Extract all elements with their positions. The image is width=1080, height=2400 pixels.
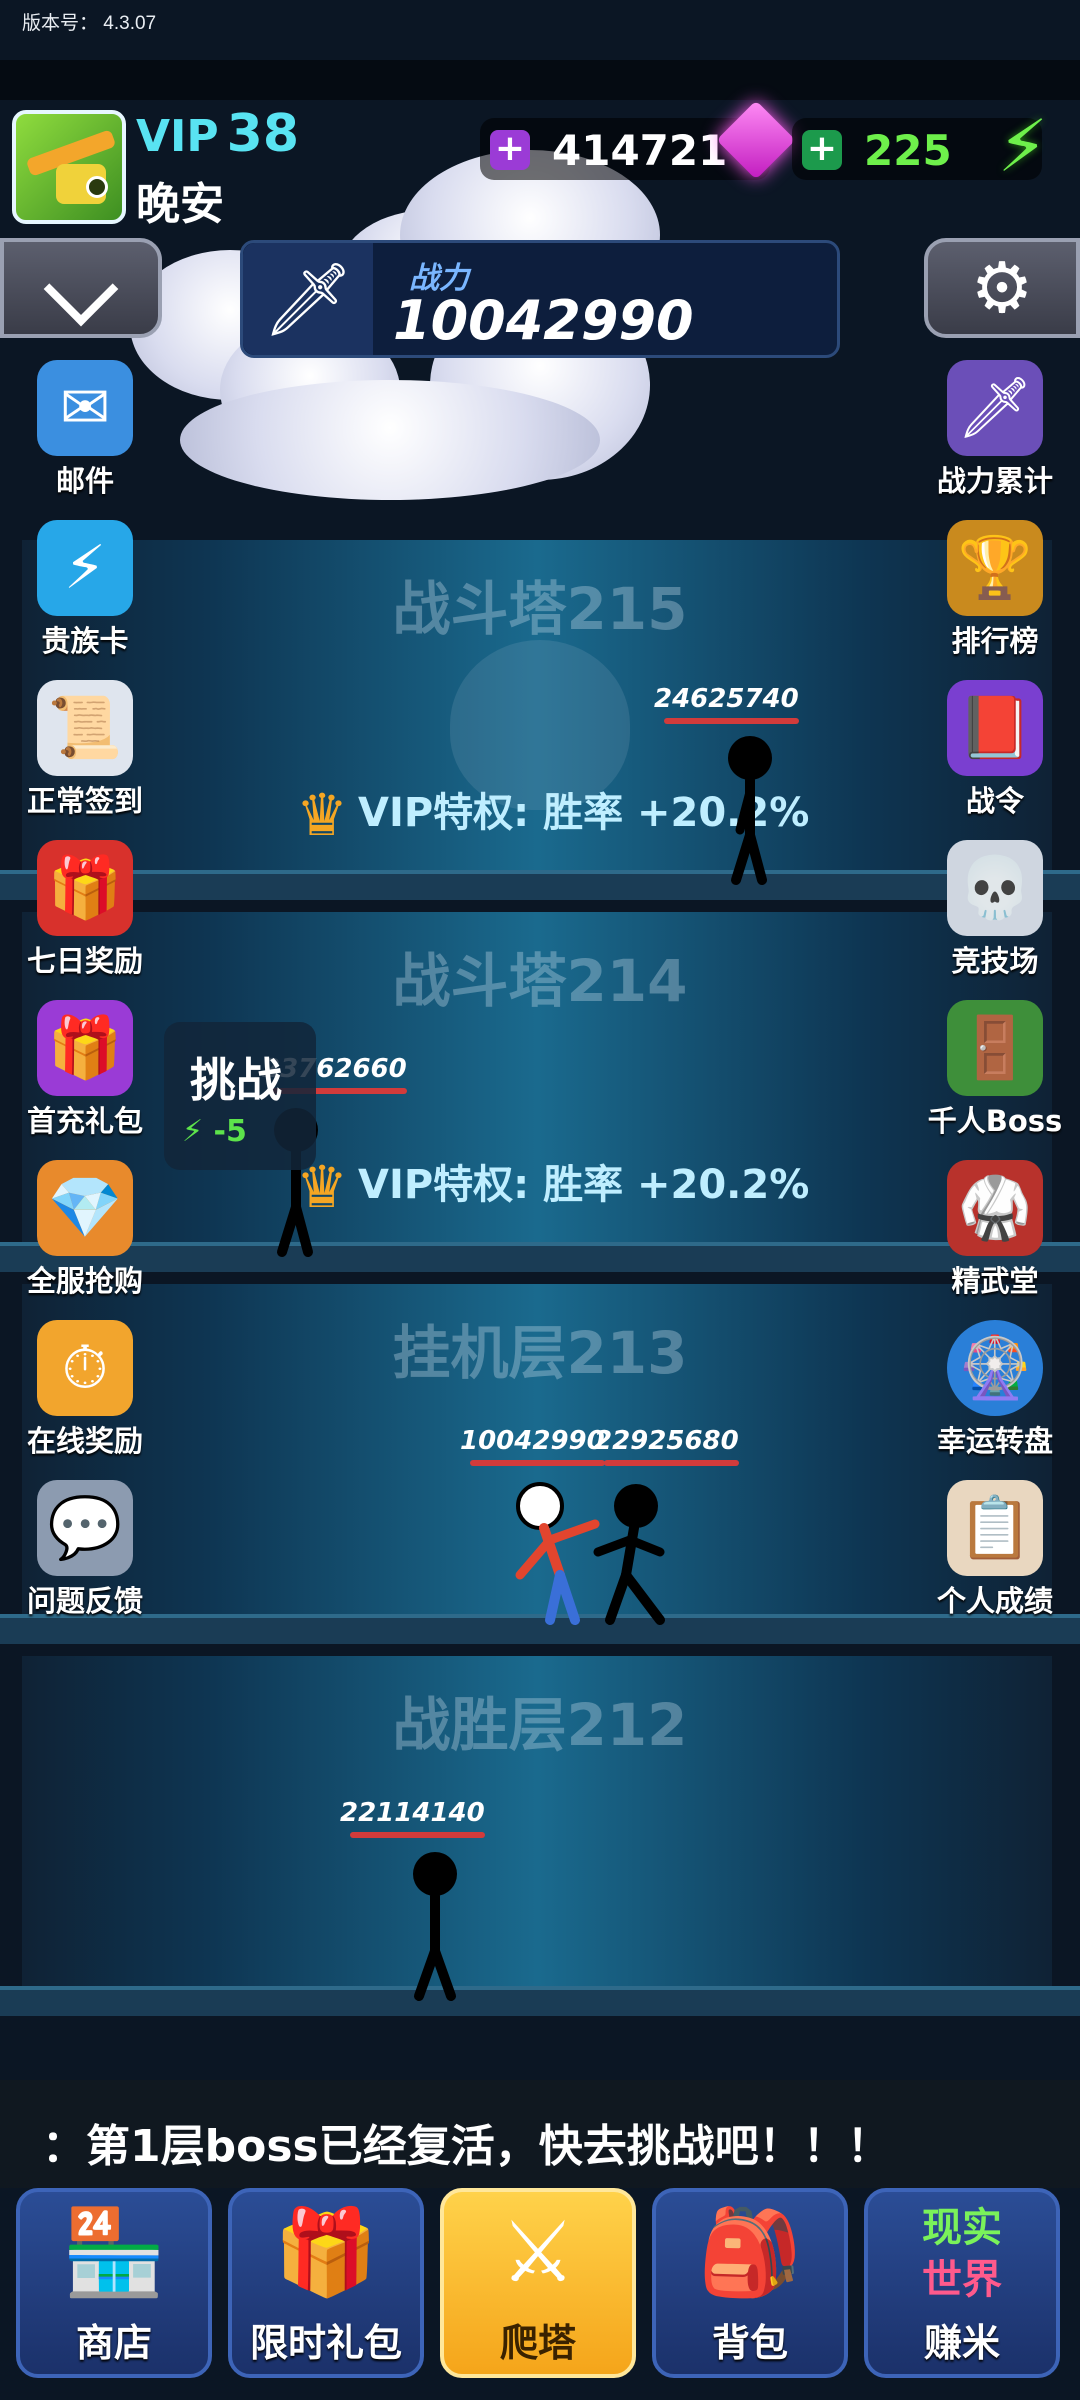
arena-button[interactable]: 💀 竞技场 bbox=[915, 840, 1075, 980]
floor-212[interactable]: 战胜层212 22114140 bbox=[0, 1656, 1080, 2028]
scroll-icon: 📜 bbox=[37, 680, 133, 776]
settings-button[interactable]: ⚙ bbox=[924, 238, 1080, 338]
tree-door-icon: 🚪 bbox=[947, 1000, 1043, 1096]
document-icon: 📋 bbox=[947, 1480, 1043, 1576]
nav-shop[interactable]: 🏪 商店 bbox=[16, 2188, 212, 2378]
energy-counter[interactable]: + 225 ⚡ bbox=[792, 104, 1048, 188]
power-panel: 🗡 战力 10042990 bbox=[240, 240, 840, 358]
lucky-wheel-button[interactable]: 🎡 幸运转盘 bbox=[915, 1320, 1075, 1460]
personal-record-button[interactable]: 📋 个人成绩 bbox=[915, 1480, 1075, 1620]
nav-tower[interactable]: ⚔ 爬塔 bbox=[440, 2188, 636, 2378]
battle-pass-button[interactable]: 📕 战令 bbox=[915, 680, 1075, 820]
nav-limited-gift[interactable]: 🎁 限时礼包 bbox=[228, 2188, 424, 2378]
gift-box-icon: 🎁 bbox=[37, 1000, 133, 1096]
add-energy-icon[interactable]: + bbox=[802, 130, 842, 170]
shop-icon: 🏪 bbox=[61, 2203, 167, 2301]
collapse-menu-button[interactable] bbox=[0, 238, 162, 338]
nav-backpack[interactable]: 🎒 背包 bbox=[652, 2188, 848, 2378]
backpack-icon: 🎒 bbox=[697, 2203, 803, 2301]
dojo-icon: 🥋 bbox=[947, 1160, 1043, 1256]
player-power-tag: 10042990 bbox=[460, 1426, 605, 1466]
lightning-icon: ⚡ bbox=[997, 104, 1048, 188]
mail-button[interactable]: ✉ 邮件 bbox=[5, 360, 165, 500]
leaderboard-button[interactable]: 🏆 排行榜 bbox=[915, 520, 1075, 660]
enemy-power-tag: 22925680 bbox=[594, 1426, 739, 1466]
stopwatch-icon: ⏱ bbox=[37, 1320, 133, 1416]
version-label: 版本号： 4.3.07 bbox=[22, 13, 157, 34]
treasure-icon: 💎 bbox=[37, 1160, 133, 1256]
wheel-icon: 🎡 bbox=[947, 1320, 1043, 1416]
top-strip bbox=[0, 60, 1080, 100]
enemy-power-tag: 22114140 bbox=[340, 1798, 485, 1838]
martial-hall-button[interactable]: 🥋 精武堂 bbox=[915, 1160, 1075, 1300]
nav-earn[interactable]: 现实 世界 赚米 bbox=[864, 2188, 1060, 2378]
crown-icon: ♛ bbox=[296, 781, 348, 849]
treasure-chest-icon: 🎁 bbox=[273, 2203, 379, 2301]
first-recharge-button[interactable]: 🎁 首充礼包 bbox=[5, 1000, 165, 1140]
sword-icon: 🗡 bbox=[243, 243, 373, 355]
crossed-swords-icon: ⚔ bbox=[500, 2203, 576, 2301]
card-icon: ⚡ bbox=[37, 520, 133, 616]
book-icon: 📕 bbox=[947, 680, 1043, 776]
vip-level: VIP 38 bbox=[136, 104, 300, 164]
add-gems-icon[interactable]: + bbox=[490, 130, 530, 170]
gift-icon: 🎁 bbox=[37, 840, 133, 936]
enemy-stickman[interactable] bbox=[395, 1846, 475, 2006]
thousand-boss-button[interactable]: 🚪 千人Boss bbox=[915, 1000, 1075, 1140]
chevron-down-icon bbox=[43, 251, 119, 327]
seven-day-reward-button[interactable]: 🎁 七日奖励 bbox=[5, 840, 165, 980]
enemy-stickman[interactable] bbox=[710, 730, 790, 890]
vip-privilege: ♛ VIP特权: 胜率 +20.2% bbox=[296, 1153, 810, 1221]
challenge-button[interactable]: 挑战 ⚡ -5 bbox=[164, 1022, 316, 1170]
news-ticker: ：第1层boss已经复活，快去挑战吧！！！ bbox=[0, 2080, 1080, 2200]
online-reward-button[interactable]: ⏱ 在线奖励 bbox=[5, 1320, 165, 1460]
noble-card-button[interactable]: ⚡ 贵族卡 bbox=[5, 520, 165, 660]
skull-gate-icon: 💀 bbox=[947, 840, 1043, 936]
feedback-button[interactable]: 💬 问题反馈 bbox=[5, 1480, 165, 1620]
real-world-logo: 现实 世界 bbox=[922, 2205, 1002, 2303]
player-avatar[interactable] bbox=[12, 110, 126, 224]
power-accumulate-button[interactable]: 🗡 战力累计 bbox=[915, 360, 1075, 500]
trophy-icon: 🏆 bbox=[947, 520, 1043, 616]
server-sale-button[interactable]: 💎 全服抢购 bbox=[5, 1160, 165, 1300]
lightning-icon: ⚡ bbox=[182, 1114, 204, 1149]
gear-icon: ⚙ bbox=[970, 247, 1034, 329]
daily-signin-button[interactable]: 📜 正常签到 bbox=[5, 680, 165, 820]
player-name: 晚安 bbox=[136, 179, 224, 230]
chat-bubble-icon: 💬 bbox=[37, 1480, 133, 1576]
envelope-icon: ✉ bbox=[37, 360, 133, 456]
gem-counter[interactable]: + 414721 bbox=[480, 100, 796, 180]
gem-icon bbox=[716, 100, 796, 180]
sword-icon: 🗡 bbox=[947, 360, 1043, 456]
enemy-power-tag: 24625740 bbox=[654, 684, 799, 724]
enemy-stickman[interactable] bbox=[590, 1480, 690, 1630]
